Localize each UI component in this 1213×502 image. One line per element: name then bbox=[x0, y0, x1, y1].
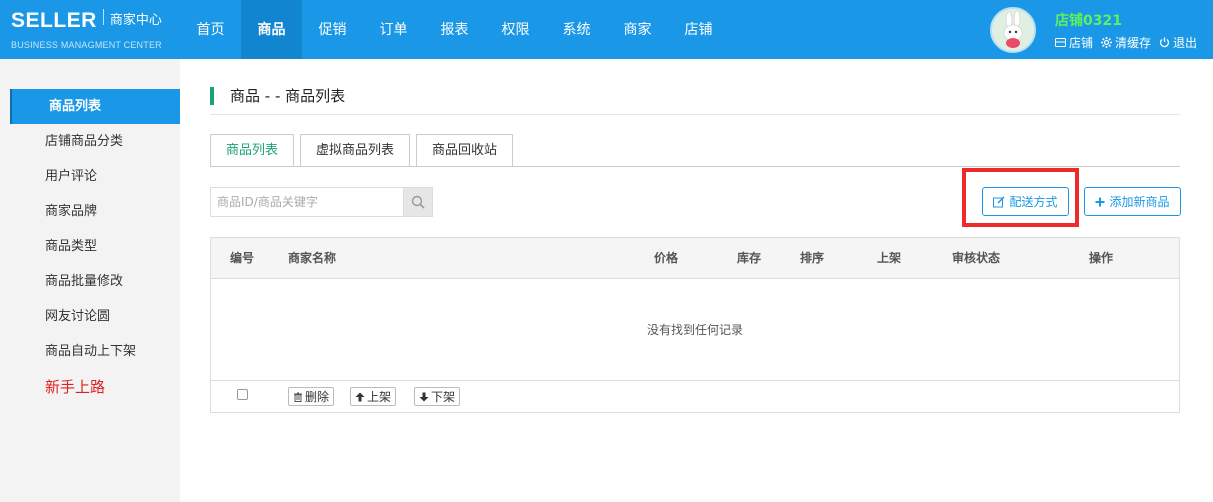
brand-subtitle: BUSINESS MANAGMENT CENTER bbox=[11, 40, 162, 50]
rabbit-avatar-icon bbox=[992, 9, 1034, 51]
delivery-method-label: 配送方式 bbox=[1009, 195, 1058, 209]
empty-message: 没有找到任何记录 bbox=[646, 323, 743, 337]
column-merchant-name[interactable]: 商家名称 bbox=[288, 238, 336, 279]
store-icon bbox=[1055, 38, 1066, 47]
sidebar-item-user-reviews[interactable]: 用户评论 bbox=[10, 159, 180, 194]
shelf-down-button[interactable]: 下架 bbox=[414, 387, 461, 406]
nav-item-merchant[interactable]: 商家 bbox=[607, 0, 668, 59]
sidebar-item-goods-types[interactable]: 商品类型 bbox=[10, 229, 180, 264]
nav-item-home[interactable]: 首页 bbox=[180, 0, 241, 59]
shop-name[interactable]: 店铺0321 bbox=[1055, 10, 1122, 30]
sidebar-item-store-category[interactable]: 店铺商品分类 bbox=[10, 124, 180, 159]
table-header: 编号 商家名称 价格 库存 排序 上架 审核状态 操作 bbox=[211, 238, 1179, 279]
trash-icon bbox=[294, 392, 302, 402]
top-bar: SELLER 商家中心 BUSINESS MANAGMENT CENTER 首页 … bbox=[0, 0, 1213, 59]
brand-separator bbox=[102, 9, 104, 25]
store-link-label: 店铺 bbox=[1069, 36, 1094, 50]
delivery-method-button[interactable]: 配送方式 bbox=[982, 187, 1069, 216]
select-all-checkbox[interactable] bbox=[237, 389, 248, 400]
brand-center-label: 商家中心 bbox=[109, 13, 162, 28]
arrow-down-icon bbox=[419, 392, 429, 401]
page-title-text: 商品 - - 商品列表 bbox=[230, 87, 346, 105]
title-accent-bar bbox=[210, 86, 214, 105]
delete-button[interactable]: 删除 bbox=[288, 387, 335, 406]
clear-cache-link[interactable]: 清缓存 bbox=[1101, 34, 1151, 51]
nav-item-reports[interactable]: 报表 bbox=[424, 0, 485, 59]
brand-logo[interactable]: SELLER 商家中心 BUSINESS MANAGMENT CENTER bbox=[11, 8, 162, 50]
search-box bbox=[210, 187, 433, 217]
plus-icon bbox=[1095, 197, 1105, 206]
sidebar-item-discussion[interactable]: 网友讨论圆 bbox=[10, 299, 180, 334]
search-button[interactable] bbox=[403, 187, 433, 217]
main-nav: 首页 商品 促销 订单 报表 权限 系统 商家 店铺 bbox=[180, 0, 729, 59]
main-content: 商品 - - 商品列表 商品列表 虚拟商品列表 商品回收站 配送方式 添加新商品… bbox=[180, 59, 1213, 502]
column-sort[interactable]: 排序 bbox=[800, 238, 824, 279]
nav-item-system[interactable]: 系统 bbox=[546, 0, 607, 59]
goods-table: 编号 商家名称 价格 库存 排序 上架 审核状态 操作 没有找到任何记录 删除 … bbox=[210, 237, 1180, 413]
search-input[interactable] bbox=[210, 187, 403, 217]
shelf-up-button[interactable]: 上架 bbox=[350, 387, 397, 406]
column-review-status[interactable]: 审核状态 bbox=[952, 238, 1000, 279]
tab-virtual-goods[interactable]: 虚拟商品列表 bbox=[300, 134, 411, 167]
avatar[interactable] bbox=[990, 7, 1036, 53]
add-goods-label: 添加新商品 bbox=[1109, 195, 1170, 209]
column-price[interactable]: 价格 bbox=[654, 238, 678, 279]
title-divider bbox=[210, 114, 1180, 115]
search-icon bbox=[411, 195, 425, 209]
nav-item-permissions[interactable]: 权限 bbox=[485, 0, 546, 59]
sidebar: 商品列表 店铺商品分类 用户评论 商家品牌 商品类型 商品批量修改 网友讨论圆 … bbox=[0, 59, 187, 502]
table-footer: 删除 上架 下架 bbox=[211, 380, 1179, 413]
column-actions: 操作 bbox=[1089, 251, 1114, 265]
store-link[interactable]: 店铺 bbox=[1055, 34, 1093, 51]
add-goods-button[interactable]: 添加新商品 bbox=[1084, 187, 1181, 216]
power-icon bbox=[1159, 37, 1170, 48]
user-links: 店铺 清缓存 退出 bbox=[1055, 34, 1205, 51]
delete-button-label: 删除 bbox=[305, 390, 330, 404]
logout-link[interactable]: 退出 bbox=[1159, 34, 1197, 51]
nav-item-promotion[interactable]: 促销 bbox=[302, 0, 363, 59]
tabs: 商品列表 虚拟商品列表 商品回收站 bbox=[210, 134, 519, 167]
nav-item-orders[interactable]: 订单 bbox=[363, 0, 424, 59]
clear-cache-label: 清缓存 bbox=[1115, 36, 1152, 50]
shelf-up-label: 上架 bbox=[367, 390, 392, 404]
nav-item-goods[interactable]: 商品 bbox=[241, 0, 302, 59]
sidebar-item-goods-list[interactable]: 商品列表 bbox=[10, 89, 187, 124]
sidebar-newbie-link[interactable]: 新手上路 bbox=[10, 370, 180, 405]
brand-name: SELLER bbox=[11, 9, 97, 32]
column-on-shelf[interactable]: 上架 bbox=[877, 238, 901, 279]
nav-item-store[interactable]: 店铺 bbox=[668, 0, 729, 59]
sidebar-item-batch-edit[interactable]: 商品批量修改 bbox=[10, 264, 180, 299]
tab-recycle-bin[interactable]: 商品回收站 bbox=[416, 134, 514, 167]
tab-goods-list[interactable]: 商品列表 bbox=[210, 134, 295, 167]
sidebar-item-brands[interactable]: 商家品牌 bbox=[10, 194, 180, 229]
sidebar-item-auto-shelf[interactable]: 商品自动上下架 bbox=[10, 334, 180, 369]
column-stock[interactable]: 库存 bbox=[737, 238, 761, 279]
arrow-up-icon bbox=[355, 392, 365, 401]
tabs-divider bbox=[210, 166, 1180, 167]
page-title: 商品 - - 商品列表 bbox=[210, 85, 345, 106]
edit-icon bbox=[993, 196, 1005, 207]
shelf-down-label: 下架 bbox=[431, 390, 456, 404]
logout-label: 退出 bbox=[1173, 36, 1198, 50]
column-id[interactable]: 编号 bbox=[230, 238, 254, 279]
gear-icon bbox=[1101, 37, 1113, 48]
